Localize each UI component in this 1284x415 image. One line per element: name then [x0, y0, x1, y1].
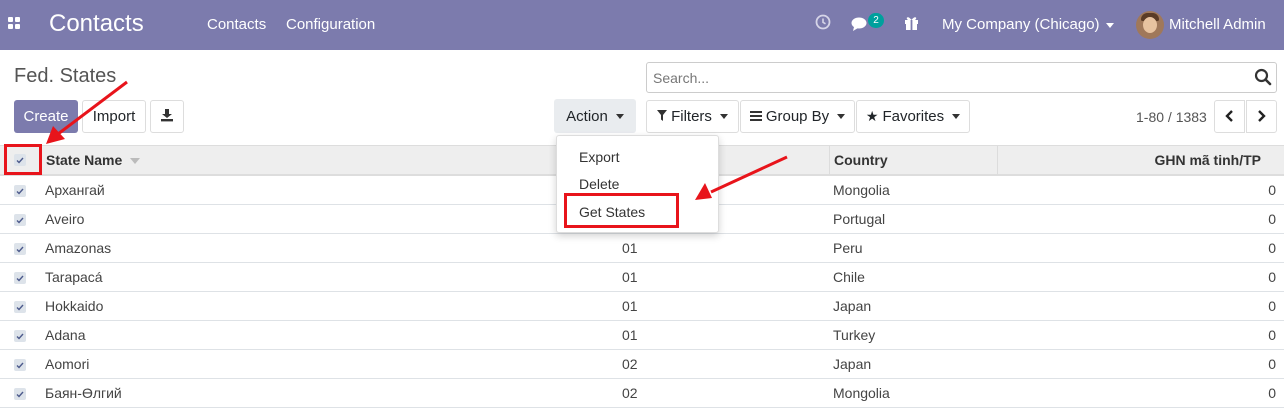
column-ghn[interactable]: GHN mã tinh/TP [1154, 152, 1261, 168]
state-code-cell: 01 [622, 269, 638, 285]
table-row[interactable]: Баян-Өлгий 02 Mongolia 0 [0, 379, 1284, 408]
country-cell: Turkey [833, 327, 876, 343]
download-button[interactable] [150, 100, 184, 133]
group-by-button[interactable]: Group By [740, 100, 855, 133]
ghn-cell: 0 [1268, 298, 1276, 314]
row-checkbox[interactable] [14, 301, 26, 313]
chevron-down-icon [615, 113, 624, 119]
country-cell: Peru [833, 240, 863, 256]
ghn-cell: 0 [1268, 240, 1276, 256]
table-row[interactable]: Hokkaido 01 Japan 0 [0, 292, 1284, 321]
filter-icon [657, 108, 668, 125]
ghn-cell: 0 [1268, 211, 1276, 227]
state-code-cell: 01 [622, 298, 638, 314]
ghn-cell: 0 [1268, 182, 1276, 198]
column-state-name[interactable]: State Name [46, 152, 141, 168]
gift-icon[interactable] [904, 15, 919, 34]
messaging-chat-icon[interactable] [851, 16, 869, 35]
state-name-cell: Adana [45, 327, 86, 343]
state-name-cell: Aomori [45, 356, 90, 372]
state-name-cell: Amazonas [45, 240, 112, 256]
row-checkbox[interactable] [14, 330, 26, 342]
messages-count-badge: 2 [868, 13, 884, 28]
country-cell: Mongolia [833, 182, 890, 198]
filters-label: Filters [671, 108, 712, 125]
ghn-cell: 0 [1268, 269, 1276, 285]
app-title: Contacts [49, 10, 144, 37]
state-name-cell: Hokkaido [45, 298, 104, 314]
state-code-cell: 02 [622, 385, 638, 401]
row-checkbox[interactable] [14, 388, 26, 400]
country-cell: Portugal [833, 211, 886, 227]
state-code-cell: 01 [622, 240, 638, 256]
search-input[interactable] [647, 63, 1227, 92]
highlight-box-get-states [564, 193, 679, 228]
state-name-cell: Tarapacá [45, 269, 103, 285]
action-dropdown-button[interactable]: Action [554, 99, 636, 133]
chevron-down-icon [719, 114, 728, 119]
search-icon[interactable] [1254, 68, 1272, 89]
company-switcher[interactable]: My Company (Chicago) [942, 16, 1114, 33]
apps-menu-icon[interactable] [8, 17, 22, 31]
chevron-down-icon [837, 114, 846, 119]
menu-item-export[interactable]: Export [579, 149, 619, 165]
country-cell: Chile [833, 269, 865, 285]
create-button[interactable]: Create [14, 100, 78, 133]
country-cell: Japan [833, 298, 872, 314]
table-row[interactable]: Tarapacá 01 Chile 0 [0, 263, 1284, 292]
menu-contacts[interactable]: Contacts [207, 16, 266, 33]
star-icon: ★ [865, 108, 879, 124]
state-code-cell: 01 [622, 327, 638, 343]
favorites-button[interactable]: ★ Favorites [856, 100, 970, 133]
sort-caret-icon [130, 158, 141, 165]
ghn-cell: 0 [1268, 327, 1276, 343]
chevron-down-icon [952, 114, 961, 119]
pager-previous-button[interactable] [1214, 100, 1245, 133]
menu-item-delete[interactable]: Delete [579, 176, 619, 192]
state-code-cell: 02 [622, 356, 638, 372]
user-menu[interactable]: Mitchell Admin [1169, 16, 1266, 33]
ghn-cell: 0 [1268, 356, 1276, 372]
table-row[interactable]: Adana 01 Turkey 0 [0, 321, 1284, 350]
avatar[interactable] [1136, 11, 1164, 39]
activity-clock-icon[interactable] [815, 14, 831, 33]
search-bar[interactable] [646, 62, 1277, 93]
country-cell: Japan [833, 356, 872, 372]
group-by-label: Group By [765, 108, 830, 125]
chevron-left-icon [1225, 109, 1234, 125]
row-checkbox[interactable] [14, 185, 26, 197]
chevron-down-icon [1105, 22, 1114, 28]
column-country[interactable]: Country [834, 152, 888, 168]
state-name-cell: Aveiro [45, 211, 85, 227]
filters-button[interactable]: Filters [646, 100, 739, 133]
state-name-header: State Name [46, 152, 123, 168]
row-checkbox[interactable] [14, 272, 26, 284]
row-checkbox[interactable] [14, 243, 26, 255]
row-checkbox[interactable] [14, 214, 26, 226]
download-icon [160, 108, 174, 126]
state-name-cell: Баян-Өлгий [45, 385, 122, 401]
highlight-box-select-all [4, 144, 42, 175]
top-navbar: Contacts Contacts Configuration 2 My Com… [0, 0, 1284, 50]
favorites-label: Favorites [882, 108, 945, 125]
list-icon [749, 108, 762, 125]
import-button[interactable]: Import [82, 100, 146, 133]
state-name-cell: Архангай [45, 182, 105, 198]
ghn-cell: 0 [1268, 385, 1276, 401]
pager-next-button[interactable] [1246, 100, 1277, 133]
pager-value[interactable]: 1-80 / 1383 [1136, 109, 1207, 125]
table-row[interactable]: Amazonas 01 Peru 0 [0, 234, 1284, 263]
row-checkbox[interactable] [14, 359, 26, 371]
country-cell: Mongolia [833, 385, 890, 401]
chevron-right-icon [1257, 109, 1266, 125]
company-name: My Company (Chicago) [942, 16, 1100, 33]
menu-configuration[interactable]: Configuration [286, 16, 375, 33]
page-title: Fed. States [14, 65, 117, 87]
table-row[interactable]: Aomori 02 Japan 0 [0, 350, 1284, 379]
action-label: Action [566, 107, 608, 125]
